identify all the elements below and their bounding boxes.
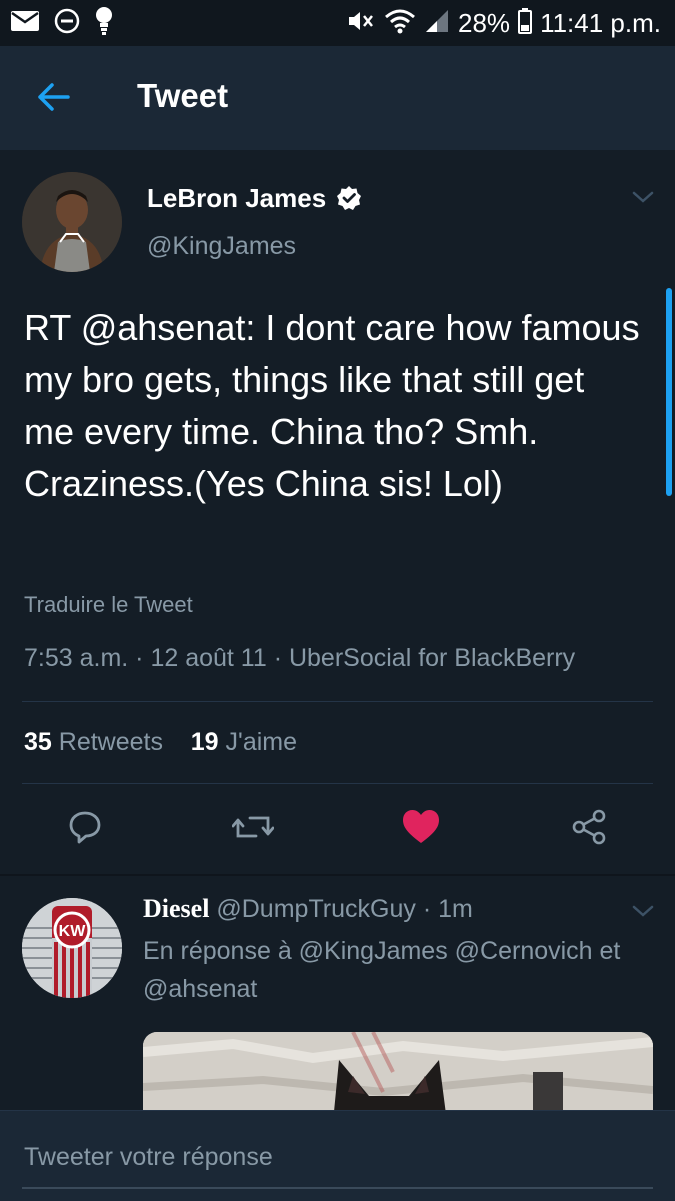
reply-author-avatar[interactable]: KW bbox=[22, 898, 122, 998]
do-not-disturb-icon bbox=[54, 8, 80, 39]
mail-icon bbox=[10, 9, 40, 38]
divider bbox=[22, 783, 653, 784]
tweet-stats: 35 Retweets 19 J'aime bbox=[24, 728, 297, 757]
share-icon bbox=[570, 808, 608, 851]
retweet-count: 35 bbox=[24, 728, 52, 756]
translate-tweet-link[interactable]: Traduire le Tweet bbox=[24, 592, 193, 618]
mute-icon bbox=[346, 8, 376, 39]
mention-link[interactable]: @ahsenat bbox=[81, 307, 246, 348]
scrollbar-thumb[interactable] bbox=[666, 288, 672, 496]
app-header: Tweet bbox=[0, 46, 675, 150]
reply-composer bbox=[0, 1110, 675, 1201]
like-count: 19 bbox=[190, 728, 219, 756]
lightbulb-icon bbox=[94, 6, 114, 41]
reply-icon bbox=[67, 809, 103, 850]
author-handle[interactable]: @KingJames bbox=[147, 232, 296, 261]
section-separator bbox=[0, 874, 675, 876]
reply-media-image[interactable] bbox=[143, 1032, 653, 1122]
author-avatar[interactable] bbox=[22, 172, 122, 272]
tweet-text-prefix: RT bbox=[24, 307, 81, 348]
share-button[interactable] bbox=[566, 806, 612, 852]
like-stat[interactable]: 19 J'aime bbox=[191, 728, 297, 756]
divider bbox=[22, 701, 653, 702]
author-name[interactable]: LeBron James bbox=[147, 183, 326, 214]
reply-button[interactable] bbox=[62, 806, 108, 852]
like-label: J'aime bbox=[225, 728, 298, 756]
clock: 11:41 p.m. bbox=[540, 7, 661, 38]
tweet-text: RT @ahsenat: I dont care how famous my b… bbox=[24, 302, 644, 510]
page-title: Tweet bbox=[137, 77, 229, 114]
tweet-meta: 7:53 a.m. · 12 août 11 · UberSocial for … bbox=[24, 644, 576, 672]
retweet-stat[interactable]: 35 Retweets bbox=[24, 728, 163, 756]
status-bar: 28% 11:41 p.m. bbox=[0, 0, 675, 46]
battery-percentage: 28% bbox=[458, 7, 511, 38]
retweet-label: Retweets bbox=[58, 728, 163, 756]
reply-author-name[interactable]: Diesel bbox=[143, 894, 209, 923]
reply-input[interactable] bbox=[24, 1143, 624, 1172]
reply-author-handle[interactable]: @DumpTruckGuy bbox=[216, 895, 416, 923]
retweet-icon bbox=[231, 810, 275, 849]
reply-time: · 1m bbox=[422, 895, 473, 923]
verified-badge-icon bbox=[336, 185, 362, 216]
signal-icon bbox=[424, 8, 450, 39]
heart-icon bbox=[401, 809, 441, 850]
chevron-down-icon[interactable] bbox=[630, 902, 656, 925]
reply-header: Diesel @DumpTruckGuy · 1m bbox=[143, 894, 473, 924]
battery-icon bbox=[518, 7, 533, 39]
back-button[interactable] bbox=[30, 76, 76, 122]
retweet-button[interactable] bbox=[230, 806, 276, 852]
like-button[interactable] bbox=[398, 806, 444, 852]
tweet-actions bbox=[0, 806, 675, 852]
wifi-icon bbox=[384, 8, 416, 39]
svg-text:KW: KW bbox=[59, 923, 87, 940]
in-reply-to: En réponse à @KingJames @Cernovich et @a… bbox=[143, 937, 621, 1003]
chevron-down-icon[interactable] bbox=[630, 188, 656, 211]
input-underline bbox=[22, 1187, 653, 1189]
arrow-left-icon bbox=[36, 82, 70, 117]
